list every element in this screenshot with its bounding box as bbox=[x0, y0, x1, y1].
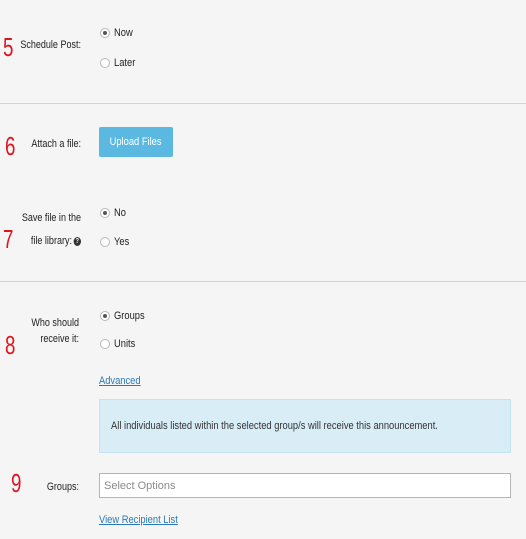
schedule-section bbox=[0, 0, 526, 104]
view-recipient-list-link[interactable]: View Recipient List bbox=[99, 513, 178, 527]
who-should-label-line2: receive it: bbox=[40, 333, 79, 345]
recipients-groups-option[interactable]: Groups bbox=[100, 309, 150, 323]
radio-now-label: Now bbox=[114, 27, 133, 39]
upload-files-button[interactable]: Upload Files bbox=[99, 127, 173, 157]
recipients-units-option[interactable]: Units bbox=[100, 337, 139, 351]
save-no-option[interactable]: No bbox=[100, 206, 128, 220]
radio-units[interactable] bbox=[100, 339, 110, 349]
save-library-label-line1: Save file in the bbox=[21, 212, 81, 224]
advanced-link[interactable]: Advanced bbox=[99, 374, 141, 388]
radio-no[interactable] bbox=[100, 208, 110, 218]
who-should-label-line1: Who should bbox=[31, 317, 79, 329]
radio-later-label: Later bbox=[114, 57, 136, 69]
save-library-label-text: file library: bbox=[30, 235, 72, 247]
recipients-info-text: All individuals listed within the select… bbox=[111, 420, 438, 432]
radio-yes-label: Yes bbox=[114, 236, 130, 248]
radio-groups-label: Groups bbox=[114, 310, 145, 322]
radio-now[interactable] bbox=[100, 28, 110, 38]
step-number-9: 9 bbox=[11, 468, 22, 498]
step-number-6: 6 bbox=[5, 131, 16, 161]
radio-yes[interactable] bbox=[100, 237, 110, 247]
recipients-info-box: All individuals listed within the select… bbox=[99, 399, 511, 453]
upload-files-label: Upload Files bbox=[110, 136, 162, 148]
save-yes-option[interactable]: Yes bbox=[100, 235, 132, 249]
radio-no-label: No bbox=[114, 207, 126, 219]
schedule-post-label: Schedule Post: bbox=[20, 39, 82, 51]
groups-select-input[interactable] bbox=[99, 473, 511, 498]
radio-groups[interactable] bbox=[100, 311, 110, 321]
groups-label: Groups: bbox=[46, 481, 79, 493]
attach-file-label: Attach a file: bbox=[31, 138, 81, 150]
schedule-later-option[interactable]: Later bbox=[100, 56, 139, 70]
radio-units-label: Units bbox=[114, 338, 136, 350]
schedule-now-option[interactable]: Now bbox=[100, 26, 136, 40]
attach-section bbox=[0, 104, 526, 282]
radio-later[interactable] bbox=[100, 58, 110, 68]
save-library-label-line2: file library:? bbox=[7, 234, 81, 248]
help-question-icon[interactable]: ? bbox=[73, 236, 81, 246]
step-number-5: 5 bbox=[3, 32, 14, 62]
